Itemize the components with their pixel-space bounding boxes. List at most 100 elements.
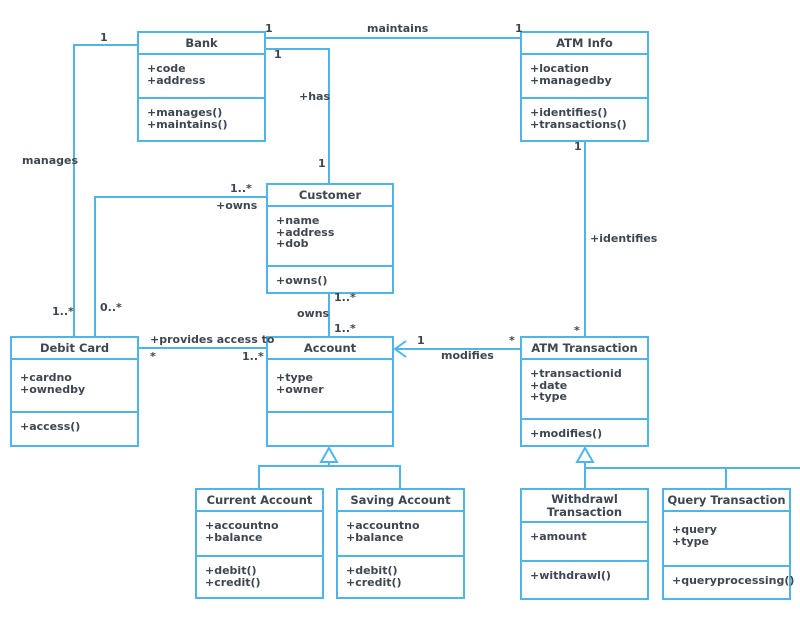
- attribute: +balance: [346, 530, 404, 544]
- class-attributes: +accountno +balance: [338, 512, 463, 557]
- operation: +identifies(): [530, 106, 608, 119]
- class-attributes: +query +type: [664, 512, 789, 567]
- attribute: +name: [276, 214, 320, 227]
- class-debit-card[interactable]: Debit Card +cardno +ownedby +access(): [10, 336, 139, 447]
- class-attributes: +transactionid +date +type: [522, 360, 647, 420]
- attribute: +query: [672, 523, 717, 536]
- manages-bank-multiplicity: 1: [100, 31, 108, 44]
- class-operations: +debit() +credit(): [338, 557, 463, 588]
- operation: +credit(): [205, 575, 261, 589]
- attribute: +type: [672, 534, 709, 548]
- class-name: Current Account: [197, 490, 322, 512]
- maintains-atm-multiplicity: 1: [515, 22, 523, 35]
- modifies-tx-multiplicity: *: [509, 334, 515, 347]
- class-attributes: +accountno +balance: [197, 512, 322, 557]
- class-operations: [268, 413, 392, 421]
- owns-account-customer-multiplicity: 1..*: [334, 291, 356, 304]
- has-customer-multiplicity: 1: [318, 157, 326, 170]
- operation: +credit(): [346, 575, 402, 589]
- class-operations: +queryprocessing(): [664, 567, 795, 587]
- modifies-label: modifies: [441, 349, 494, 362]
- manages-card-multiplicity: 1..*: [52, 305, 74, 318]
- attribute: +balance: [205, 530, 263, 544]
- attribute: +owner: [276, 382, 324, 396]
- class-name: Customer: [268, 185, 392, 207]
- attribute: +accountno: [205, 519, 279, 532]
- maintains-bank-multiplicity: 1: [265, 22, 273, 35]
- class-name: Query Transaction: [664, 490, 789, 512]
- class-name: Account: [268, 338, 392, 360]
- attribute: +amount: [530, 530, 587, 543]
- attribute: +managedby: [530, 73, 612, 87]
- account-generalization-tree: [258, 465, 401, 489]
- class-attributes: +code +address: [139, 55, 264, 99]
- identifies-label: +identifies: [590, 232, 658, 245]
- attribute: +location: [530, 62, 589, 75]
- identifies-tx-multiplicity: *: [574, 324, 580, 337]
- class-name: Debit Card: [12, 338, 137, 360]
- class-atm-transaction[interactable]: ATM Transaction +transactionid +date +ty…: [520, 336, 649, 447]
- attribute: +type: [276, 371, 313, 384]
- class-attributes: +cardno +ownedby: [12, 360, 137, 413]
- provides-account-multiplicity: 1..*: [242, 350, 264, 363]
- class-operations: +identifies() +transactions(): [522, 99, 647, 130]
- class-name: ATM Info: [522, 33, 647, 55]
- operation: +debit(): [205, 564, 257, 577]
- has-bank-multiplicity: 1: [274, 48, 282, 61]
- operation: +owns(): [276, 274, 328, 287]
- operation: +modifies(): [530, 427, 603, 440]
- class-operations: +access(): [12, 413, 137, 433]
- class-name: Bank: [139, 33, 264, 55]
- class-operations: +modifies(): [522, 420, 647, 440]
- class-attributes: +amount: [522, 523, 647, 562]
- owns-account-label: owns: [297, 307, 330, 320]
- attribute: +address: [147, 73, 206, 87]
- attribute: +type: [530, 390, 567, 403]
- owns-card-association: [94, 196, 267, 338]
- modifies-account-multiplicity: 1: [417, 334, 425, 347]
- class-name: ATM Transaction: [522, 338, 647, 360]
- class-current-account[interactable]: Current Account +accountno +balance +deb…: [195, 488, 324, 599]
- class-bank[interactable]: Bank +code +address +manages() +maintain…: [137, 31, 266, 142]
- has-label: +has: [299, 90, 331, 103]
- class-name: Saving Account: [338, 490, 463, 512]
- attribute: +accountno: [346, 519, 420, 532]
- transaction-generalization-triangle: [575, 445, 595, 463]
- class-operations: +manages() +maintains(): [139, 99, 264, 130]
- attribute: +transactionid: [530, 367, 622, 380]
- class-atm-info[interactable]: ATM Info +location +managedby +identifie…: [520, 31, 649, 142]
- provides-card-multiplicity: *: [150, 350, 156, 363]
- class-name: Withdrawl Transaction: [522, 490, 647, 523]
- attribute: +cardno: [20, 371, 72, 384]
- owns-card-card-multiplicity: 0..*: [100, 301, 122, 314]
- manages-label: manages: [22, 154, 79, 167]
- attribute: +code: [147, 62, 186, 75]
- attribute: +dob: [276, 237, 309, 250]
- class-attributes: +name +address +dob: [268, 207, 392, 267]
- operation: +transactions(): [530, 117, 627, 131]
- owns-card-label: +owns: [216, 199, 258, 212]
- operation: +manages(): [147, 106, 223, 119]
- attribute: +ownedby: [20, 382, 86, 396]
- operation: +queryprocessing(): [672, 574, 795, 587]
- class-attributes: +type +owner: [268, 360, 392, 413]
- class-operations: +owns(): [268, 267, 392, 287]
- manages-association: [73, 44, 138, 338]
- class-attributes: +location +managedby: [522, 55, 647, 99]
- provides-access-label: +provides access to: [150, 333, 275, 346]
- account-generalization-triangle: [319, 445, 339, 463]
- operation: +maintains(): [147, 117, 228, 131]
- owns-card-customer-multiplicity: 1..*: [230, 182, 252, 195]
- operation: +access(): [20, 420, 81, 433]
- operation: +withdrawl(): [530, 569, 611, 582]
- class-query-transaction[interactable]: Query Transaction +query +type +querypro…: [662, 488, 795, 600]
- class-saving-account[interactable]: Saving Account +accountno +balance +debi…: [336, 488, 465, 599]
- maintains-label: maintains: [367, 22, 429, 35]
- class-operations: +withdrawl(): [522, 562, 647, 582]
- class-customer[interactable]: Customer +name +address +dob +owns(): [266, 183, 394, 294]
- identifies-atm-multiplicity: 1: [574, 140, 582, 153]
- class-account[interactable]: Account +type +owner: [266, 336, 394, 447]
- class-withdrawl-transaction[interactable]: Withdrawl Transaction +amount +withdrawl…: [520, 488, 649, 600]
- owns-account-account-multiplicity: 1..*: [334, 322, 356, 335]
- operation: +debit(): [346, 564, 398, 577]
